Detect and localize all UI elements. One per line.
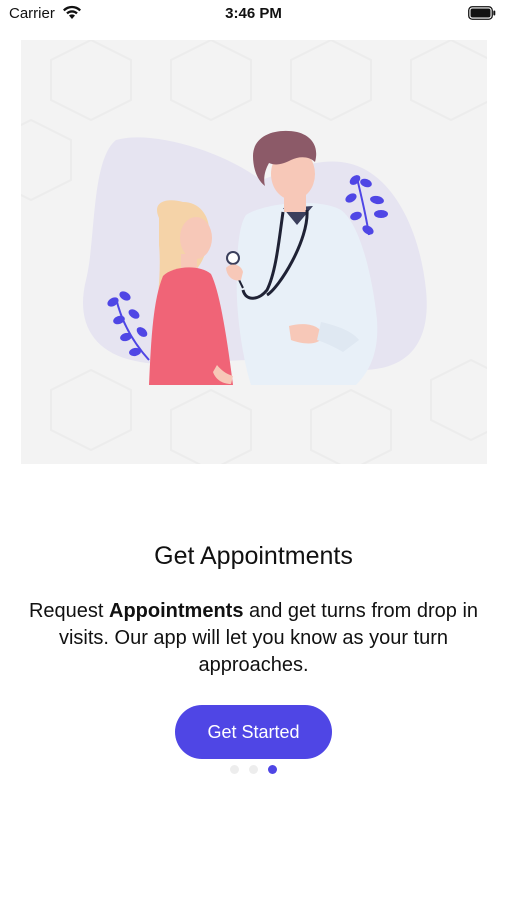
onboarding-description: Request Appointments and get turns from … (20, 598, 487, 679)
page-dot-1[interactable] (230, 765, 239, 774)
hero-illustration (21, 40, 487, 464)
onboarding-title: Get Appointments (154, 542, 353, 570)
status-bar: Carrier 3:46 PM (0, 0, 507, 28)
page-indicator (0, 765, 507, 774)
get-started-button[interactable]: Get Started (175, 705, 332, 759)
page-dot-3[interactable] (268, 765, 277, 774)
status-time: 3:46 PM (225, 5, 282, 22)
description-bold: Appointments (109, 600, 244, 622)
description-prefix: Request (28, 600, 110, 622)
battery-icon (468, 6, 496, 20)
page-dot-2[interactable] (249, 765, 258, 774)
